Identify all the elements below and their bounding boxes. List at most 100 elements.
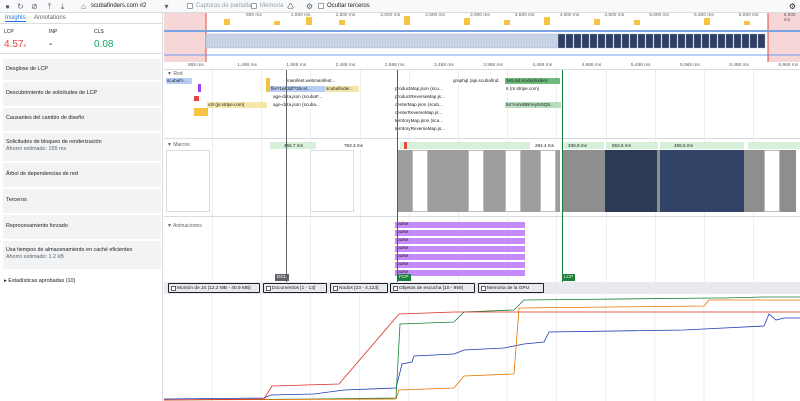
network-track-header[interactable]: ▼ Red — [167, 71, 183, 77]
lcp-marker[interactable]: LCP — [562, 274, 576, 281]
fcp-marker[interactable]: FCP — [397, 274, 411, 281]
network-request[interactable]: centerMap.json (scub... — [394, 102, 452, 108]
overview-screenshot[interactable] — [717, 33, 726, 49]
overview-screenshot[interactable] — [629, 33, 638, 49]
network-request[interactable]: scubafinder... — [325, 86, 359, 92]
counter-gpu-memory[interactable]: Memoria de la GPU — [478, 283, 544, 293]
overview-screenshot[interactable] — [493, 33, 502, 49]
network-request[interactable]: territoryMap.json (sca... — [394, 118, 452, 124]
overview-screenshot[interactable] — [453, 33, 462, 49]
overview-screenshot[interactable] — [413, 33, 422, 49]
overview-screenshot[interactable] — [485, 33, 494, 49]
network-request[interactable]: territoryReverseMap.js... — [394, 126, 452, 132]
chevron-down-icon[interactable]: ▾ — [162, 2, 171, 11]
counter-checkbox[interactable] — [333, 286, 338, 291]
tab-annotations[interactable]: Annotations — [34, 15, 66, 21]
network-request[interactable]: age-data.json (scuba... — [272, 102, 332, 108]
counter-checkbox[interactable] — [171, 286, 176, 291]
network-request[interactable]: 54?AmnBBrrey5r5Q8... — [505, 102, 561, 108]
recording-selector[interactable]: scubafinders.com #2 — [91, 2, 146, 11]
frame-time[interactable]: 284.4 ms — [530, 142, 560, 149]
overview-screenshot[interactable] — [237, 33, 246, 49]
overview-screenshot[interactable] — [565, 33, 574, 49]
frame-screenshot[interactable] — [660, 150, 744, 212]
overview-screenshot[interactable] — [509, 33, 518, 49]
network-request[interactable]: productReverseMap.js... — [394, 94, 452, 100]
overview-screenshot[interactable] — [325, 33, 334, 49]
overview-screenshot[interactable] — [677, 33, 686, 49]
reload-record-icon[interactable]: ↻ — [16, 2, 25, 11]
overview-screenshot[interactable] — [381, 33, 390, 49]
overview-screenshot[interactable] — [357, 33, 366, 49]
timeline-overview[interactable]: 500 ms 1,000 ms 1,500 ms 2,000 ms 2,500 ms 3,… — [164, 13, 800, 62]
overview-screenshot[interactable] — [525, 33, 534, 49]
record-icon[interactable]: ● — [3, 2, 12, 11]
overview-screenshot[interactable] — [477, 33, 486, 49]
overview-screenshot[interactable] — [733, 33, 742, 49]
dropped-frame[interactable] — [404, 142, 407, 149]
insight-layout-shift[interactable]: Causantes del cambio de diseño — [3, 108, 161, 131]
overview-screenshot[interactable] — [301, 33, 310, 49]
insight-network-dependency[interactable]: Árbol de dependencias de red — [3, 163, 161, 187]
network-request[interactable] — [198, 84, 201, 92]
overview-screenshot[interactable] — [725, 33, 734, 49]
settings-icon[interactable]: ⚙ — [788, 2, 797, 11]
network-request[interactable]: centerReverseMap.js... — [394, 110, 452, 116]
overview-screenshot[interactable] — [445, 33, 454, 49]
counter-checkbox[interactable] — [393, 286, 398, 291]
overview-screenshot[interactable] — [693, 33, 702, 49]
overview-screenshot[interactable] — [645, 33, 654, 49]
network-request[interactable] — [194, 108, 208, 116]
overview-screenshot[interactable] — [501, 33, 510, 49]
insight-lcp-breakdown[interactable]: Desglose de LCP — [3, 59, 161, 80]
counter-nodes[interactable]: Nodos [23 - 4,123] — [330, 283, 388, 293]
frame-time[interactable]: 553.6 ms — [606, 142, 658, 149]
frame-time[interactable]: 466.7 ms — [270, 142, 316, 149]
network-request[interactable]: manifest.webmanifest... — [286, 78, 358, 84]
overview-screenshot[interactable] — [605, 33, 614, 49]
overview-screenshot[interactable] — [349, 33, 358, 49]
insight-lcp-discovery[interactable]: Descubrimiento de solicitudes de LCP — [3, 82, 161, 106]
animation-pulse[interactable]: pulse — [395, 262, 525, 268]
overview-screenshot[interactable] — [469, 33, 478, 49]
overview-screenshot[interactable] — [309, 33, 318, 49]
overview-screenshot[interactable] — [221, 33, 230, 49]
overview-screenshot[interactable] — [317, 33, 326, 49]
insight-third-parties[interactable]: Terceros — [3, 189, 161, 213]
overview-screenshot[interactable] — [429, 33, 438, 49]
overview-screenshot[interactable] — [533, 33, 542, 49]
tab-insights[interactable]: Insights — [5, 15, 26, 22]
frame-time[interactable]: 455.5 ms — [660, 142, 744, 149]
upload-icon[interactable]: ⤒ — [45, 2, 54, 11]
animation-pulse[interactable]: pulse — [395, 230, 525, 236]
overview-screenshot[interactable] — [389, 33, 398, 49]
network-request[interactable]: file?1e63df?3bcel... — [270, 86, 325, 92]
home-icon[interactable]: ⌂ — [79, 2, 88, 11]
overview-screenshot[interactable] — [293, 33, 302, 49]
frame-screenshot[interactable] — [468, 150, 484, 212]
insight-render-blocking[interactable]: Solicitudes de bloqueo de renderización A… — [3, 133, 161, 161]
animation-pulse[interactable]: pulse — [395, 238, 525, 244]
overview-screenshot[interactable] — [669, 33, 678, 49]
overview-screenshot[interactable] — [757, 33, 766, 49]
animation-pulse[interactable]: pulse — [395, 270, 525, 276]
counter-checkbox[interactable] — [481, 286, 486, 291]
frame-screenshot[interactable] — [310, 150, 354, 212]
dcl-marker[interactable]: DCL — [275, 274, 289, 281]
passed-insights-toggle[interactable]: ▸ Estadísticas aprobadas (10) — [4, 278, 75, 284]
overview-screenshot[interactable] — [277, 33, 286, 49]
network-request[interactable]: scubaFi... — [166, 78, 192, 84]
overview-screenshot[interactable] — [597, 33, 606, 49]
counter-checkbox[interactable] — [266, 286, 271, 291]
overview-screenshot[interactable] — [253, 33, 262, 49]
clear-icon[interactable]: ⊘ — [30, 2, 39, 11]
overview-screenshot[interactable] — [285, 33, 294, 49]
counter-listeners[interactable]: Objetos de escucha [10 - 959] — [390, 283, 475, 293]
animations-track-header[interactable]: ▼ Animaciones — [167, 223, 202, 229]
overview-screenshot[interactable] — [517, 33, 526, 49]
overview-screenshot[interactable] — [661, 33, 670, 49]
overview-screenshot[interactable] — [373, 33, 382, 49]
overview-screenshot[interactable] — [701, 33, 710, 49]
overview-screenshot[interactable] — [613, 33, 622, 49]
overview-screenshot[interactable] — [341, 33, 350, 49]
